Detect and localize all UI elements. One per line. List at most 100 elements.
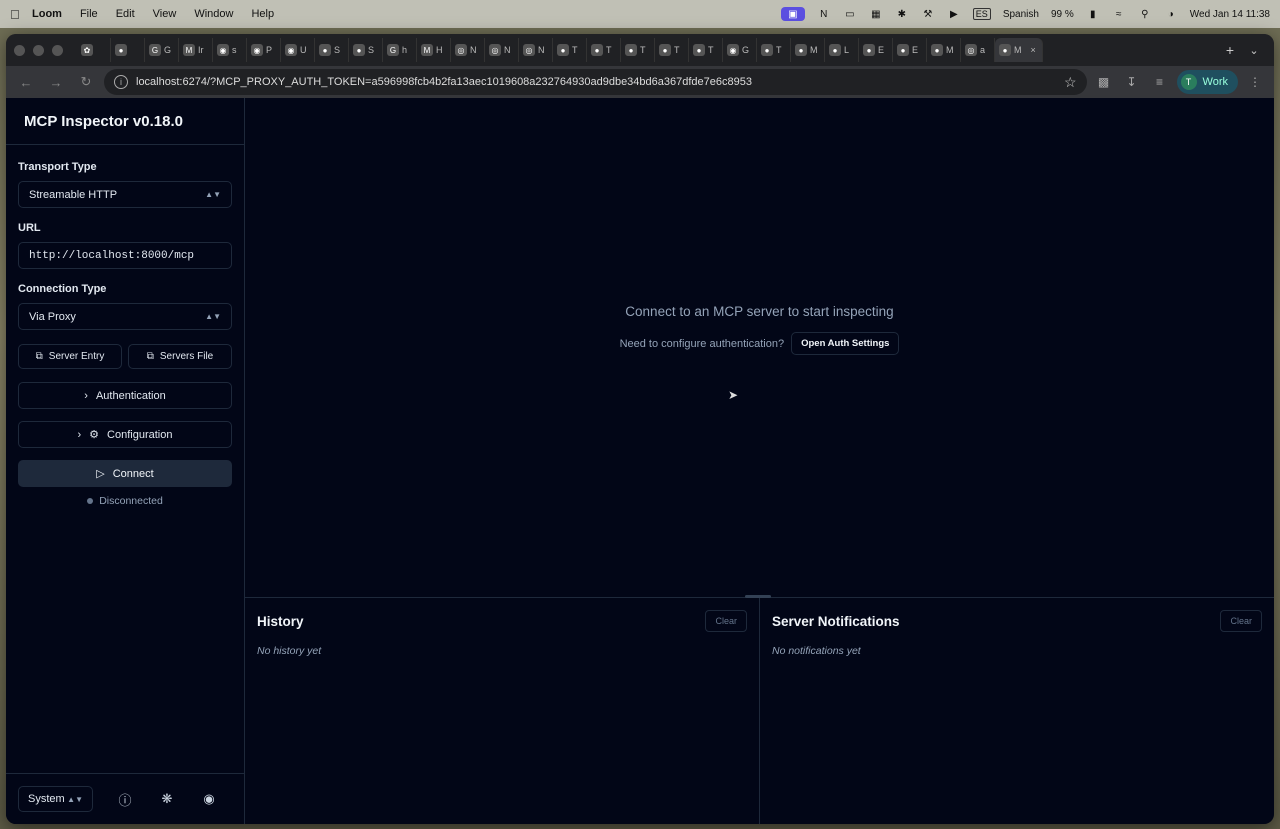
- browser-tab[interactable]: ◎ N: [485, 38, 519, 62]
- minimize-window-button[interactable]: [33, 44, 44, 56]
- play-icon[interactable]: ▶: [947, 7, 961, 21]
- menu-file[interactable]: File: [80, 8, 98, 20]
- browser-tab[interactable]: ◉ P: [247, 38, 281, 62]
- tab-title: P: [266, 45, 273, 55]
- bluetooth-icon[interactable]: ✱: [895, 7, 909, 21]
- github-icon: ◉: [285, 44, 297, 56]
- menu-window[interactable]: Window: [194, 8, 233, 20]
- browser-tab[interactable]: ◉ U: [281, 38, 315, 62]
- loom-status-icon[interactable]: ▣: [780, 7, 805, 21]
- servers-file-button[interactable]: ⧉ Servers File: [128, 344, 232, 369]
- menu-view[interactable]: View: [153, 8, 177, 20]
- browser-tab[interactable]: ● M: [927, 38, 961, 62]
- download-icon[interactable]: ↧: [1121, 75, 1143, 89]
- extensions-icon[interactable]: ▩: [1093, 75, 1115, 89]
- browser-tab[interactable]: ● T: [757, 38, 791, 62]
- browser-tab[interactable]: ◉ G: [723, 38, 757, 62]
- browser-tab[interactable]: M Ir: [179, 38, 213, 62]
- new-tab-icon[interactable]: +: [1218, 42, 1242, 58]
- browser-tab[interactable]: ●: [111, 38, 145, 62]
- bug-icon[interactable]: ❋: [157, 791, 177, 807]
- connect-button[interactable]: ▷ Connect: [18, 460, 232, 487]
- back-arrow-icon[interactable]: ←: [14, 70, 38, 94]
- open-auth-settings-button[interactable]: Open Auth Settings: [791, 332, 900, 355]
- browser-tab[interactable]: ● T: [621, 38, 655, 62]
- window-icon[interactable]: ▦: [869, 7, 883, 21]
- theme-select[interactable]: System ▲▼: [18, 786, 93, 812]
- globe-icon: ◎: [965, 44, 977, 56]
- globe-icon: ◎: [489, 44, 501, 56]
- forward-arrow-icon[interactable]: →: [44, 70, 68, 94]
- browser-tab[interactable]: ◉ s: [213, 38, 247, 62]
- help-icon[interactable]: ⓘ: [115, 790, 135, 809]
- browser-tab[interactable]: ● S: [349, 38, 383, 62]
- battery-icon[interactable]: ▮: [1086, 7, 1100, 21]
- wifi-icon[interactable]: ≈: [1112, 7, 1126, 21]
- browser-tab[interactable]: ◎ a: [961, 38, 995, 62]
- profile-chip[interactable]: T Work: [1176, 70, 1238, 94]
- auth-prompt: Need to configure authentication?: [619, 337, 785, 350]
- input-source-badge[interactable]: ES: [972, 8, 991, 20]
- main-panel: Connect to an MCP server to start inspec…: [245, 98, 1274, 824]
- browser-toolbar: ← → ↻ i localhost:6274/?MCP_PROXY_AUTH_T…: [6, 66, 1274, 98]
- browser-tab[interactable]: MH: [417, 38, 451, 62]
- history-clear-button[interactable]: Clear: [705, 610, 747, 632]
- browser-tab[interactable]: ✿: [77, 38, 111, 62]
- browser-tab[interactable]: ● T: [655, 38, 689, 62]
- connection-status: Disconnected: [18, 495, 232, 507]
- authentication-toggle[interactable]: › Authentication: [18, 382, 232, 409]
- copy-icon: ⧉: [35, 351, 43, 362]
- browser-tab[interactable]: ● S: [315, 38, 349, 62]
- close-window-button[interactable]: [14, 44, 25, 56]
- address-url[interactable]: localhost:6274/?MCP_PROXY_AUTH_TOKEN=a59…: [136, 76, 1056, 88]
- browser-tab[interactable]: ◎ N: [519, 38, 553, 62]
- tab-title: T: [708, 45, 714, 55]
- battery-percent[interactable]: 99 %: [1051, 9, 1074, 20]
- menubar-clock[interactable]: Wed Jan 14 11:38: [1190, 9, 1270, 20]
- app-icon: ●: [863, 44, 875, 56]
- browser-tab[interactable]: ● T: [587, 38, 621, 62]
- browser-tab[interactable]: ● M: [791, 38, 825, 62]
- browser-tab[interactable]: GG: [145, 38, 179, 62]
- browser-menu-icon[interactable]: ⋮: [1244, 75, 1266, 89]
- reading-list-icon[interactable]: ≡: [1149, 75, 1171, 89]
- control-center-icon[interactable]: ◑: [1164, 7, 1178, 21]
- notion-icon[interactable]: N: [817, 7, 831, 21]
- address-bar[interactable]: i localhost:6274/?MCP_PROXY_AUTH_TOKEN=a…: [104, 69, 1087, 95]
- theme-value: System: [28, 793, 65, 805]
- reload-icon[interactable]: ↻: [74, 70, 98, 94]
- browser-tab[interactable]: ● T: [689, 38, 723, 62]
- app-icon: ●: [353, 44, 365, 56]
- site-info-icon[interactable]: i: [114, 75, 128, 89]
- maximize-window-button[interactable]: [52, 44, 63, 56]
- app-icon: ●: [897, 44, 909, 56]
- tools-icon[interactable]: ⚒: [921, 7, 935, 21]
- notifications-clear-button[interactable]: Clear: [1220, 610, 1262, 632]
- menu-help[interactable]: Help: [251, 8, 274, 20]
- browser-tab[interactable]: ● M ×: [995, 38, 1043, 62]
- search-icon[interactable]: ⚲: [1138, 7, 1152, 21]
- transport-type-select[interactable]: Streamable HTTP ▲▼: [18, 181, 232, 208]
- browser-tab[interactable]: ◎ N: [451, 38, 485, 62]
- close-tab-icon[interactable]: ×: [1031, 45, 1036, 55]
- browser-tab[interactable]: ● L: [825, 38, 859, 62]
- menu-edit[interactable]: Edit: [116, 8, 135, 20]
- display-icon[interactable]: ▭: [843, 7, 857, 21]
- bookmark-star-icon[interactable]: ☆: [1064, 74, 1077, 91]
- url-input[interactable]: http://localhost:8000/mcp: [18, 242, 232, 269]
- apple-icon[interactable]: : [10, 7, 32, 22]
- browser-tab[interactable]: ● E: [859, 38, 893, 62]
- server-entry-button[interactable]: ⧉ Server Entry: [18, 344, 122, 369]
- browser-tab[interactable]: Gh: [383, 38, 417, 62]
- browser-tab[interactable]: ● E: [893, 38, 927, 62]
- status-dot: [87, 498, 94, 504]
- connection-type-select[interactable]: Via Proxy ▲▼: [18, 303, 232, 330]
- input-source-label[interactable]: Spanish: [1003, 9, 1039, 20]
- tab-search-chevron-icon[interactable]: ⌄: [1242, 44, 1266, 57]
- app-icon: ●: [795, 44, 807, 56]
- transport-type-label: Transport Type: [18, 161, 97, 173]
- github-icon[interactable]: ◉: [199, 791, 219, 807]
- menu-app-name[interactable]: Loom: [32, 8, 62, 20]
- browser-tab[interactable]: ● T: [553, 38, 587, 62]
- configuration-toggle[interactable]: › ⚙ Configuration: [18, 421, 232, 448]
